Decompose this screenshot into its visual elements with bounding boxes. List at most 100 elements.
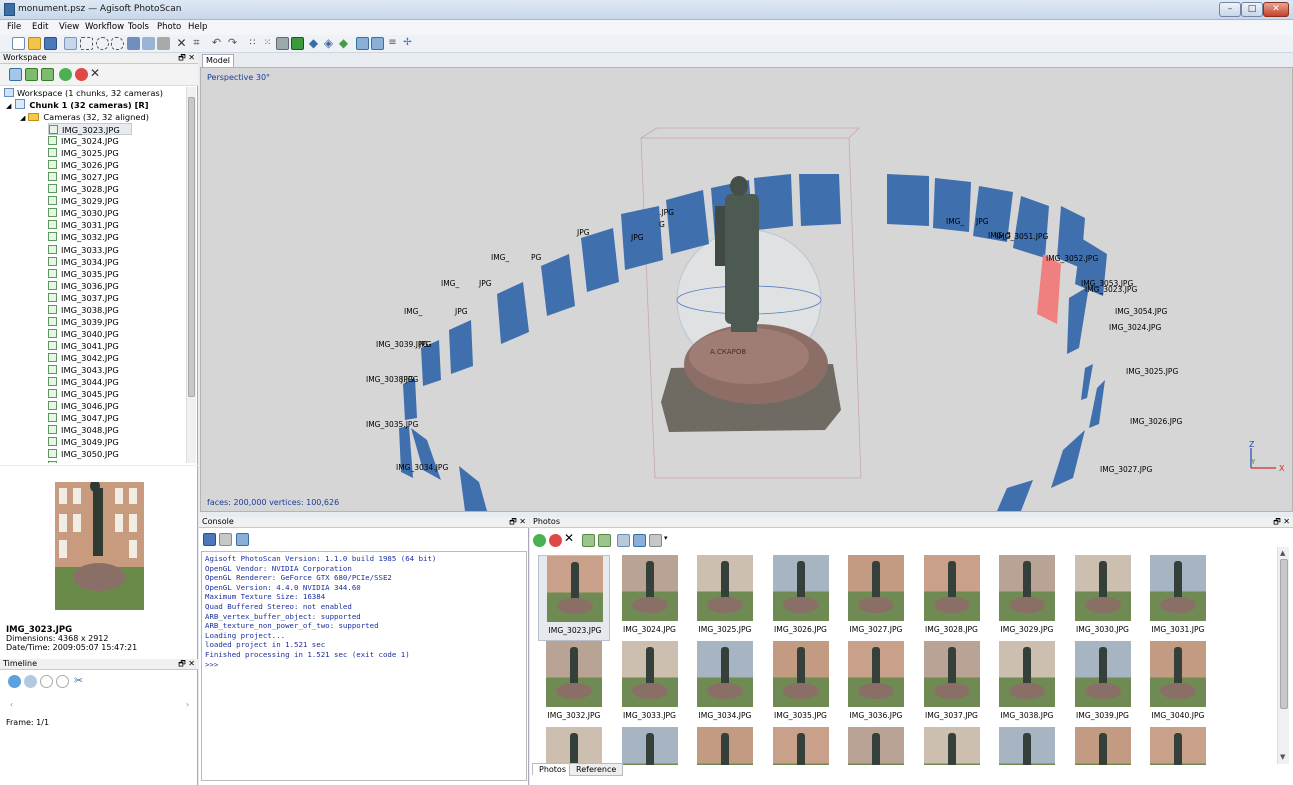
photo-thumbnail[interactable]: IMG_3039.JPG [1067,641,1139,727]
tree-chunk[interactable]: ◢ Chunk 1 (32 cameras) [R] [6,99,149,111]
photo-thumbnail[interactable]: IMG_3025.JPG [689,555,761,641]
photo-thumbnail[interactable] [538,727,610,765]
photo-thumbnail[interactable]: IMG_3035.JPG [765,641,837,727]
photo-thumbnail[interactable] [765,727,837,765]
photo-thumbnail[interactable]: IMG_3031.JPG [1142,555,1214,641]
move-region-icon[interactable] [127,37,140,50]
tab-model[interactable]: Model [202,54,234,67]
remove-icon[interactable]: ✕ [90,67,103,80]
disable-photo-icon[interactable] [549,534,562,547]
maximize-button[interactable]: □ [1241,2,1263,17]
tree-workspace-root[interactable]: Workspace (1 chunks, 32 cameras) [4,87,163,99]
tree-camera-item[interactable]: IMG_3047.JPG [48,412,119,424]
free-select-icon[interactable] [111,37,124,50]
tree-camera-item[interactable]: IMG_3048.JPG [48,424,119,436]
timeline-play-icon[interactable] [8,675,21,688]
photo-thumbnail[interactable]: IMG_3038.JPG [991,641,1063,727]
timeline-scroll-left-icon[interactable]: ‹ [10,700,13,709]
photo-thumbnail[interactable]: IMG_3036.JPG [840,641,912,727]
dense-cloud-icon[interactable]: ⁙ [261,37,274,50]
workspace-scroll-thumb[interactable] [188,97,195,397]
new-project-icon[interactable] [12,37,25,50]
tree-camera-item[interactable]: IMG_3029.JPG [48,195,119,207]
rotate-right-icon[interactable] [598,534,611,547]
photo-thumbnail[interactable]: IMG_3032.JPG [538,641,610,727]
tree-camera-item[interactable]: IMG_3031.JPG [48,219,119,231]
resize-region-icon[interactable] [142,37,155,50]
model-viewport[interactable]: Perspective 30° faces: 200,000 vertices:… [200,67,1293,512]
photo-thumbnail[interactable]: IMG_3040.JPG [1142,641,1214,727]
undo-icon[interactable]: ↶ [210,37,223,50]
point-cloud-icon[interactable]: ∷ [246,37,259,50]
tree-camera-item[interactable]: IMG_3032.JPG [48,231,119,243]
timeline-prev-icon[interactable] [40,675,53,688]
tree-cameras-group[interactable]: ◢ Cameras (32, 32 aligned) [20,111,149,123]
tab-reference[interactable]: Reference [569,763,624,776]
tree-camera-item[interactable]: IMG_3027.JPG [48,171,119,183]
remove-photo-icon[interactable]: ✕ [564,532,577,545]
rect-select-icon[interactable] [80,37,93,50]
tiled-icon[interactable]: ◆ [337,37,350,50]
view-dropdown-icon[interactable]: ▾ [664,534,668,542]
redo-icon[interactable]: ↷ [226,37,239,50]
photo-thumbnail[interactable]: IMG_3034.JPG [689,641,761,727]
clear-log-icon[interactable] [219,533,232,546]
workspace-dock-controls[interactable]: 🗗 ✕ [178,53,195,63]
wireframe-icon[interactable] [276,37,289,50]
show-region-icon[interactable] [371,37,384,50]
menu-photo[interactable]: Photo [157,22,181,32]
timeline-settings-icon[interactable]: ✂ [74,675,87,688]
tree-camera-item[interactable]: IMG_3040.JPG [48,328,119,340]
minimize-button[interactable]: – [1219,2,1241,17]
photo-thumbnail[interactable] [689,727,761,765]
textured-icon[interactable]: ◈ [322,37,335,50]
photos-scroll-thumb[interactable] [1280,559,1288,709]
photo-thumbnail[interactable]: IMG_3030.JPG [1067,555,1139,641]
menu-tools[interactable]: Tools [128,22,149,32]
reset-view-icon[interactable]: ✢ [401,37,414,50]
timeline-dock-controls[interactable]: 🗗 ✕ [178,659,195,669]
save-project-icon[interactable] [44,37,57,50]
tree-camera-item[interactable]: IMG_3025.JPG [48,147,119,159]
menu-view[interactable]: View [59,22,79,32]
add-photos-icon[interactable] [25,68,38,81]
photo-thumbnail[interactable] [840,727,912,765]
console-dock-controls[interactable]: 🗗 ✕ [509,517,526,527]
navigation-icon[interactable] [64,37,77,50]
tree-camera-item[interactable]: IMG_3033.JPG [48,244,119,256]
tree-camera-item[interactable]: IMG_3037.JPG [48,292,119,304]
photo-thumbnail[interactable]: IMG_3023.JPG [538,555,610,641]
photo-thumbnail[interactable]: IMG_3027.JPG [840,555,912,641]
photo-thumbnail[interactable] [991,727,1063,765]
tree-camera-item[interactable]: IMG_3023.JPG [48,123,132,135]
run-script-icon[interactable] [236,533,249,546]
delete-selection-icon[interactable]: ✕ [175,37,188,50]
photos-scrollbar[interactable]: ▲ ▼ [1277,547,1289,764]
tree-camera-item[interactable]: IMG_3042.JPG [48,352,119,364]
expand-arrow-icon[interactable]: ◢ [20,114,25,122]
enable-icon[interactable] [59,68,72,81]
enable-photo-icon[interactable] [533,534,546,547]
grid-view-icon[interactable] [649,534,662,547]
scroll-up-icon[interactable]: ▲ [1280,549,1285,557]
tree-camera-item[interactable]: IMG_3026.JPG [48,159,119,171]
timeline-record-icon[interactable] [24,675,37,688]
tree-camera-item[interactable]: IMG_3034.JPG [48,256,119,268]
photo-thumbnail[interactable]: IMG_3033.JPG [614,641,686,727]
rotate-left-icon[interactable] [582,534,595,547]
menu-file[interactable]: File [7,22,21,32]
photo-thumbnail[interactable]: IMG_3028.JPG [916,555,988,641]
photos-dock-controls[interactable]: 🗗 ✕ [1273,517,1290,527]
photo-thumbnail[interactable] [1067,727,1139,765]
details-view-icon[interactable] [633,534,646,547]
tree-camera-item[interactable]: IMG_3046.JPG [48,400,119,412]
rotate-region-icon[interactable] [157,37,170,50]
solid-icon[interactable]: ◆ [307,37,320,50]
tree-camera-item[interactable]: IMG_3041.JPG [48,340,119,352]
scroll-down-icon[interactable]: ▼ [1280,753,1285,761]
photo-thumbnail[interactable] [916,727,988,765]
tree-camera-item[interactable]: IMG_3049.JPG [48,436,119,448]
workspace-scrollbar[interactable] [186,87,196,463]
reset-filter-icon[interactable] [617,534,630,547]
add-chunk-icon[interactable] [9,68,22,81]
